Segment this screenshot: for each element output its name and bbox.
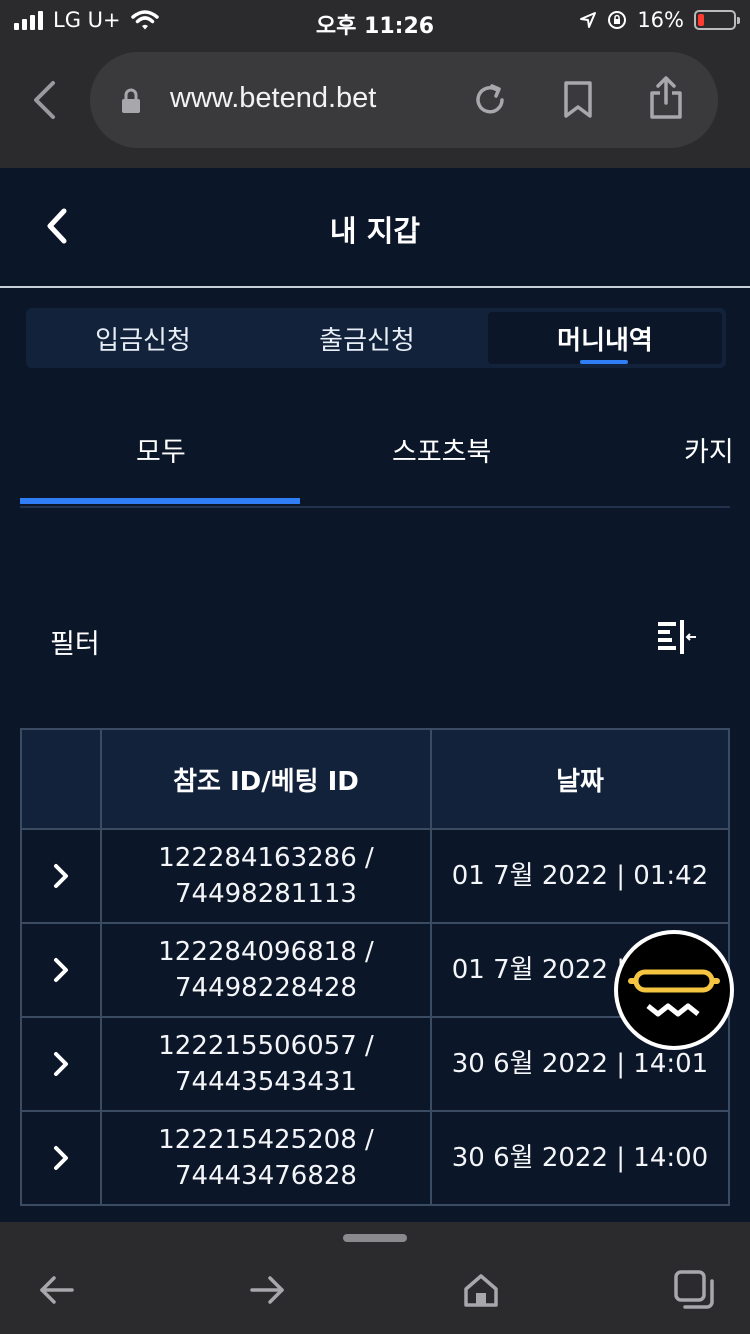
address-bar[interactable]: www.betend.bet: [90, 52, 718, 148]
ref-id: 122284163286 /: [158, 843, 374, 873]
home-button[interactable]: [457, 1266, 505, 1314]
arrow-right-icon: [250, 1276, 284, 1304]
bet-id: 74498228428: [175, 973, 357, 1003]
ref-bet-id-cell: 122284163286 / 74498281113: [102, 830, 432, 924]
tab-money-history[interactable]: 머니내역: [488, 312, 722, 364]
location-icon: [580, 12, 597, 28]
arrow-left-icon: [40, 1276, 74, 1304]
ref-bet-id-cell: 122215506057 / 74443543431: [102, 1018, 432, 1112]
floating-chat-button[interactable]: [614, 930, 734, 1050]
status-bar: LG U+ 오후 11:26 16%: [0, 0, 750, 40]
expand-row-button[interactable]: [22, 830, 102, 924]
browser-back-nav-button[interactable]: [32, 1266, 80, 1314]
browser-bottom-toolbar: [0, 1222, 750, 1334]
page-title: 내 지갑: [329, 214, 421, 248]
rotation-lock-icon: [608, 11, 627, 29]
date-cell: 30 6월 2022 | 14:00: [432, 1112, 728, 1206]
browser-forward-nav-button[interactable]: [244, 1266, 292, 1314]
bookmark-icon[interactable]: [562, 80, 594, 120]
ref-id: 122284096818 /: [158, 937, 374, 967]
filter-toggle-icon[interactable]: [656, 620, 698, 656]
subtab-all[interactable]: 모두: [136, 430, 186, 469]
subtab-divider: [20, 506, 730, 508]
reload-icon[interactable]: [470, 80, 510, 120]
table-header-row: 참조 ID/베팅 ID 날짜: [22, 730, 728, 830]
subtab-casino[interactable]: 카지: [684, 430, 734, 469]
chevron-right-icon: [54, 1146, 68, 1170]
lock-icon: [122, 88, 140, 113]
chevron-left-icon: [34, 81, 55, 119]
chat-logo-icon: [628, 969, 720, 1017]
column-header-expand: [22, 730, 102, 830]
tabs-icon: [674, 1270, 714, 1309]
expand-row-button[interactable]: [22, 1018, 102, 1112]
expand-row-button[interactable]: [22, 924, 102, 1018]
ref-bet-id-cell: 122215425208 / 74443476828: [102, 1112, 432, 1206]
column-header-ref-id: 참조 ID/베팅 ID: [102, 730, 432, 830]
bet-id: 74498281113: [175, 879, 357, 909]
table-row[interactable]: 122284163286 / 74498281113 01 7월 2022 | …: [22, 830, 728, 924]
home-icon: [464, 1274, 498, 1307]
tab-deposit-request[interactable]: 입금신청: [26, 308, 260, 368]
share-icon[interactable]: [648, 76, 684, 120]
column-header-date: 날짜: [432, 730, 728, 830]
wallet-tabs: 입금신청 출금신청 머니내역: [26, 308, 726, 368]
tabs-button[interactable]: [670, 1266, 718, 1314]
expand-row-button[interactable]: [22, 1112, 102, 1206]
chevron-right-icon: [54, 958, 68, 982]
app-header: 내 지갑: [0, 168, 750, 286]
tab-withdraw-request[interactable]: 출금신청: [250, 308, 484, 368]
table-row[interactable]: 122215425208 / 74443476828 30 6월 2022 | …: [22, 1112, 728, 1206]
ref-id: 122215506057 /: [158, 1031, 374, 1061]
battery-percent: 16%: [637, 8, 684, 32]
filter-label: 필터: [50, 629, 100, 660]
header-divider: [0, 286, 750, 288]
bet-id: 74443543431: [175, 1067, 357, 1097]
chevron-right-icon: [54, 864, 68, 888]
ref-bet-id-cell: 122284096818 / 74498228428: [102, 924, 432, 1018]
date-cell: 01 7월 2022 | 01:42: [432, 830, 728, 924]
ref-id: 122215425208 /: [158, 1125, 374, 1155]
url-text: www.betend.bet: [170, 82, 377, 114]
active-tab-underline: [580, 360, 628, 364]
browser-toolbar: www.betend.bet: [0, 40, 750, 168]
battery-icon: [694, 10, 740, 30]
browser-back-button[interactable]: [22, 74, 66, 126]
subtab-active-indicator: [20, 498, 300, 504]
subtab-sportsbook[interactable]: 스포츠북: [392, 430, 491, 469]
bet-id: 74443476828: [175, 1161, 357, 1191]
toolbar-grabber[interactable]: [343, 1234, 407, 1242]
chevron-right-icon: [54, 1052, 68, 1076]
